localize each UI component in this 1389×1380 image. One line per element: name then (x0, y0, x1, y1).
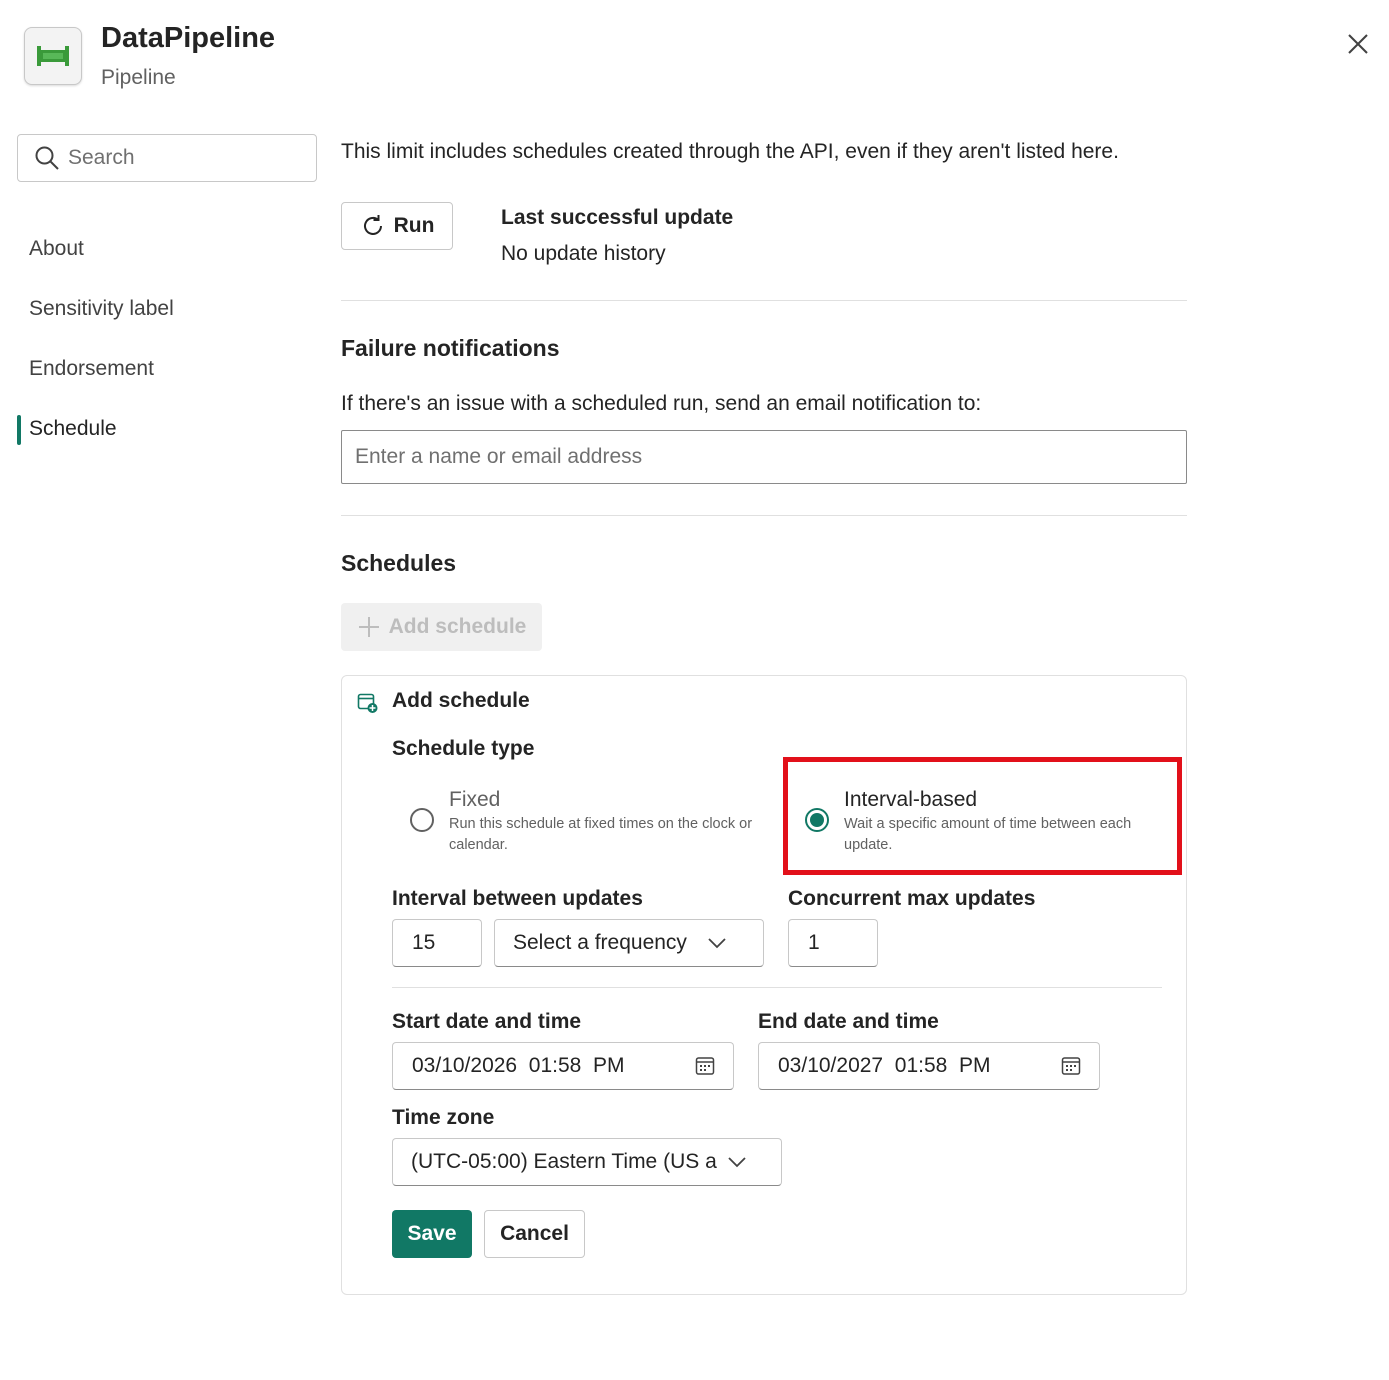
divider (341, 515, 1187, 516)
item-title: DataPipeline (101, 22, 276, 54)
end-date-input[interactable]: 03/10/2027 01:58 PM (758, 1042, 1100, 1090)
close-icon (1348, 34, 1368, 54)
run-label: Run (393, 214, 435, 237)
schedule-type-label: Schedule type (392, 737, 535, 760)
sidebar-item-sensitivity-label[interactable]: Sensitivity label (17, 289, 317, 329)
failure-notifications-title: Failure notifications (341, 335, 560, 361)
last-update-value: No update history (501, 242, 666, 265)
time-zone-label: Time zone (392, 1106, 495, 1129)
settings-panel: DataPipeline Pipeline Search About Sensi… (0, 0, 1389, 1380)
fixed-option-description: Run this schedule at fixed times on the … (449, 816, 753, 853)
email-field[interactable] (341, 430, 1187, 484)
last-update-title: Last successful update (501, 206, 734, 229)
end-date-label: End date and time (758, 1010, 939, 1033)
sidebar-item-schedule[interactable]: Schedule (17, 409, 317, 449)
frequency-dropdown[interactable]: Select a frequency (494, 919, 764, 967)
interval-value: 15 (412, 931, 436, 954)
calendar-add-icon (357, 692, 379, 719)
fixed-radio[interactable] (410, 808, 434, 832)
refresh-icon (363, 215, 382, 235)
sidebar-item-about[interactable]: About (17, 229, 317, 269)
interval-label: Interval between updates (392, 887, 643, 910)
search-icon (35, 146, 59, 170)
calendar-icon[interactable] (695, 1056, 715, 1076)
card-title: Add schedule (392, 689, 530, 712)
schedules-title: Schedules (341, 550, 457, 576)
frequency-placeholder: Select a frequency (513, 931, 687, 954)
plus-icon (358, 617, 379, 637)
start-date-label: Start date and time (392, 1010, 582, 1033)
search-input[interactable]: Search (17, 134, 317, 182)
interval-value-input[interactable]: 15 (392, 919, 482, 967)
start-date-input[interactable]: 03/10/2026 01:58 PM (392, 1042, 734, 1090)
cancel-button[interactable]: Cancel (484, 1210, 585, 1258)
chevron-down-icon (728, 1157, 746, 1168)
end-date-value: 03/10/2027 01:58 PM (778, 1054, 991, 1077)
concurrent-label: Concurrent max updates (788, 887, 1036, 910)
concurrent-max-input[interactable]: 1 (788, 919, 878, 967)
divider (341, 300, 1187, 301)
close-button[interactable] (1340, 26, 1376, 62)
run-button[interactable]: Run (341, 202, 453, 250)
schedule-limit-note: This limit includes schedules created th… (341, 140, 1119, 163)
add-schedule-label: Add schedule (388, 615, 527, 638)
time-zone-dropdown[interactable]: (UTC-05:00) Eastern Time (US and Canada) (392, 1138, 782, 1186)
fixed-option-title: Fixed (449, 788, 501, 811)
chevron-down-icon (708, 938, 726, 949)
time-zone-value: (UTC-05:00) Eastern Time (US and Canada) (411, 1150, 717, 1173)
start-date-value: 03/10/2026 01:58 PM (412, 1054, 625, 1077)
highlight-box (783, 757, 1182, 875)
add-schedule-button[interactable]: Add schedule (341, 603, 542, 651)
failure-notifications-description: If there's an issue with a scheduled run… (341, 392, 982, 415)
search-placeholder: Search (68, 146, 135, 169)
item-type: Pipeline (101, 66, 176, 89)
divider (392, 987, 1162, 988)
concurrent-value: 1 (808, 931, 820, 954)
save-button[interactable]: Save (392, 1210, 472, 1258)
pipeline-icon (24, 27, 82, 85)
calendar-icon[interactable] (1061, 1056, 1081, 1076)
sidebar-item-endorsement[interactable]: Endorsement (17, 349, 317, 389)
